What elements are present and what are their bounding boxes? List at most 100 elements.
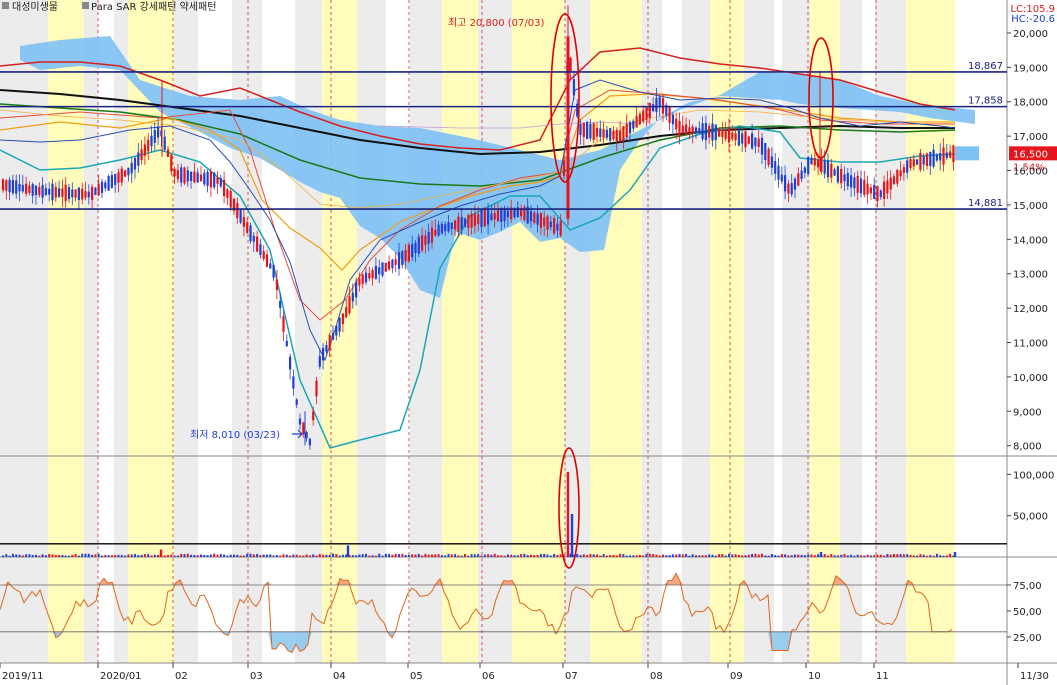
volume-bar bbox=[328, 554, 331, 557]
volume-bar bbox=[31, 555, 34, 557]
candle-body bbox=[203, 172, 206, 185]
candle-body bbox=[810, 157, 813, 165]
volume-bar bbox=[414, 554, 417, 557]
x-tick-label: 2019/11 bbox=[2, 671, 44, 682]
volume-bar bbox=[701, 555, 704, 557]
volume-bar bbox=[530, 554, 532, 557]
candle-body bbox=[364, 272, 368, 283]
volume-bar bbox=[935, 553, 938, 557]
candle-body bbox=[708, 125, 711, 138]
candle-body bbox=[803, 167, 806, 173]
candle-body bbox=[506, 210, 509, 218]
volume-bar bbox=[605, 555, 608, 557]
volume-bar bbox=[741, 555, 744, 557]
candle-body bbox=[747, 136, 750, 144]
candle-body bbox=[652, 104, 655, 112]
volume-bar bbox=[592, 554, 595, 557]
highlight-band bbox=[906, 0, 955, 663]
volume-bar bbox=[490, 554, 493, 557]
volume-bar bbox=[322, 554, 325, 557]
volume-bar bbox=[658, 555, 661, 557]
volume-bar bbox=[190, 554, 193, 557]
highlight-band bbox=[512, 0, 565, 663]
volume-bar bbox=[899, 554, 902, 557]
candle-body bbox=[787, 183, 790, 194]
volume-bar bbox=[609, 554, 612, 557]
candle-body bbox=[378, 267, 381, 275]
volume-bar bbox=[886, 554, 889, 557]
candle-body bbox=[487, 209, 490, 225]
volume-bar bbox=[480, 555, 483, 557]
candle-body bbox=[586, 122, 589, 139]
volume-bar bbox=[622, 554, 625, 557]
volume-bar bbox=[361, 554, 364, 557]
candle-body bbox=[628, 121, 632, 134]
candle-body bbox=[817, 159, 820, 168]
highlight-band bbox=[590, 0, 642, 663]
candle-body bbox=[922, 156, 925, 165]
candle-body bbox=[67, 187, 71, 200]
volume-bar bbox=[150, 555, 153, 557]
candle-body bbox=[793, 178, 797, 190]
candle-body bbox=[635, 116, 638, 128]
highlight-band bbox=[48, 0, 84, 663]
volume-bar bbox=[817, 554, 820, 557]
volume-bar bbox=[18, 554, 21, 557]
candle-body bbox=[866, 183, 869, 195]
candle-body bbox=[94, 187, 97, 195]
candle-body bbox=[322, 347, 325, 361]
candle-body bbox=[305, 432, 308, 439]
candle-body bbox=[912, 159, 915, 167]
candle-body bbox=[873, 184, 876, 200]
candle-body bbox=[421, 235, 424, 251]
candle-body bbox=[236, 203, 239, 219]
candle-body bbox=[556, 223, 559, 231]
volume-tick-label: 50,000 bbox=[1013, 512, 1048, 523]
candle-body bbox=[539, 212, 542, 228]
volume-bar bbox=[784, 554, 787, 557]
volume-bar bbox=[510, 554, 513, 557]
volume-bar bbox=[665, 555, 668, 557]
volume-bar bbox=[754, 553, 757, 557]
volume-bar bbox=[81, 553, 84, 557]
candle-body bbox=[711, 123, 714, 141]
volume-bar bbox=[747, 554, 750, 557]
candle-body bbox=[780, 174, 783, 182]
volume-bar bbox=[889, 554, 892, 557]
candle-body bbox=[454, 220, 457, 230]
candle-body bbox=[295, 399, 298, 405]
candle-body bbox=[302, 422, 305, 435]
legend-square-icon bbox=[82, 2, 89, 9]
candle-body bbox=[190, 171, 193, 182]
volume-bar bbox=[916, 555, 919, 557]
candle-body bbox=[124, 170, 127, 177]
volume-bar bbox=[417, 553, 420, 557]
candle-body bbox=[916, 159, 919, 165]
volume-bar bbox=[242, 555, 245, 557]
volume-bar bbox=[553, 554, 556, 557]
candle-body bbox=[477, 214, 480, 225]
legend-stock-name: 대성미생물 bbox=[12, 1, 58, 13]
volume-bar bbox=[599, 555, 602, 557]
volume-bar bbox=[655, 554, 658, 557]
candle-body bbox=[34, 185, 38, 196]
volume-bar bbox=[866, 554, 869, 557]
candle-body bbox=[21, 184, 24, 192]
candle-body bbox=[741, 133, 744, 144]
price-tick-label: 20,000 bbox=[1013, 29, 1048, 40]
volume-bar bbox=[780, 554, 783, 557]
volume-bar bbox=[586, 555, 589, 557]
volume-bar bbox=[318, 554, 321, 557]
candle-body bbox=[833, 169, 836, 176]
volume-bar bbox=[830, 553, 833, 557]
candle-body bbox=[774, 161, 777, 174]
volume-bar bbox=[282, 554, 285, 557]
candle-body bbox=[500, 208, 503, 223]
candle-body bbox=[74, 189, 77, 198]
volume-bar bbox=[681, 554, 684, 557]
volume-bar bbox=[38, 555, 41, 557]
volume-bar bbox=[2, 555, 4, 557]
volume-bar bbox=[216, 554, 219, 557]
volume-bar bbox=[559, 554, 562, 557]
candle-body bbox=[473, 213, 476, 227]
